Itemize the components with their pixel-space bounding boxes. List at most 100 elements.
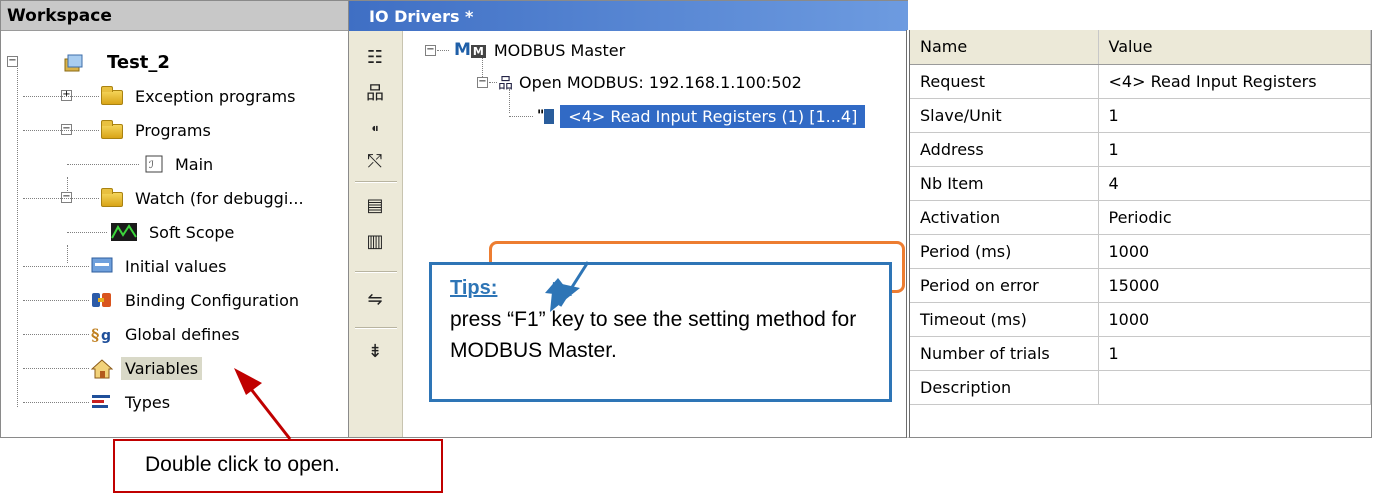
double-click-callout: Double click to open.: [113, 439, 443, 493]
property-name: Activation: [910, 200, 1099, 235]
folder-icon: [101, 119, 123, 139]
tree-connector: [23, 334, 89, 335]
tips-callout: Tips: press “F1” key to see the setting …: [429, 262, 892, 402]
insert-icon[interactable]: ⤲: [364, 151, 386, 173]
workspace-title: Workspace: [1, 1, 348, 31]
tree-item-label: Programs: [135, 120, 211, 140]
property-value[interactable]: 1: [1098, 336, 1371, 371]
io-toolbar: ☷ 品 ⁌ ⤲ ▤ ▥ ⇋ ⇟: [349, 31, 403, 437]
move-up-icon[interactable]: ▤: [364, 195, 386, 217]
properties-table: Name Value Request <4> Read Input Registe…: [910, 30, 1371, 405]
request-icon: ": [537, 108, 555, 124]
toolbar-separator: [355, 327, 397, 329]
property-row[interactable]: Period (ms) 1000: [910, 234, 1371, 269]
property-value[interactable]: 15000: [1098, 268, 1371, 303]
defines-icon: § g: [91, 325, 113, 344]
project-name: Test_2: [107, 51, 170, 73]
property-row[interactable]: Period on error 15000: [910, 268, 1371, 303]
workspace-panel: Workspace − Test_2 + Exception programs …: [0, 0, 349, 438]
property-value[interactable]: Periodic: [1098, 200, 1371, 235]
collapse-icon[interactable]: −: [7, 56, 18, 67]
property-value[interactable]: 1: [1098, 98, 1371, 133]
tree-connector: [23, 402, 89, 403]
tree-connector: [23, 368, 89, 369]
tree-item-global-defines[interactable]: § g Global defines: [1, 317, 244, 351]
tree-item-label: Variables: [121, 356, 203, 380]
tree-item-soft-scope[interactable]: Soft Scope: [1, 215, 238, 249]
folder-icon: [101, 85, 123, 105]
property-row[interactable]: Number of trials 1: [910, 336, 1371, 371]
tree-item-label: Types: [125, 392, 171, 412]
collapse-icon[interactable]: −: [477, 76, 488, 88]
property-row[interactable]: Timeout (ms) 1000: [910, 302, 1371, 337]
property-name: Request: [910, 64, 1099, 99]
tree-connector: [67, 232, 107, 233]
property-name: Slave/Unit: [910, 98, 1099, 133]
network-icon[interactable]: 品: [364, 83, 386, 105]
swap-icon[interactable]: ⇋: [364, 289, 386, 311]
tree-item-label: Exception programs: [135, 86, 296, 106]
io-node-read-input-registers[interactable]: " <4> Read Input Registers (1) [1...4]: [403, 101, 866, 131]
toolbar-separator: [355, 271, 397, 273]
sort-icon[interactable]: ⇟: [364, 341, 386, 363]
folder-icon: [101, 187, 123, 207]
tree-item-programs[interactable]: − Programs: [1, 113, 215, 147]
svg-text:g: g: [101, 328, 111, 343]
collapse-icon[interactable]: −: [425, 44, 436, 56]
tree-item-types[interactable]: Types: [1, 385, 174, 419]
tree-connector: [437, 50, 449, 51]
svg-text:ℐ: ℐ: [149, 160, 154, 171]
property-name: Description: [910, 370, 1099, 405]
column-header-value[interactable]: Value: [1098, 30, 1371, 65]
tree-item-exception-programs[interactable]: + Exception programs: [1, 79, 299, 113]
network-icon: 品: [498, 73, 514, 92]
tree-item-variables[interactable]: Variables: [1, 351, 203, 385]
io-node-label: Open MODBUS: 192.168.1.100:502: [519, 72, 802, 92]
property-name: Address: [910, 132, 1099, 167]
io-node-open-modbus[interactable]: − 品 Open MODBUS: 192.168.1.100:502: [403, 67, 802, 97]
tree-item-label: Soft Scope: [149, 222, 235, 242]
tree-connector: [23, 130, 99, 131]
tips-body: press “F1” key to see the setting method…: [450, 308, 857, 362]
tree-item-initial-values[interactable]: Initial values: [1, 249, 230, 283]
project-icon: [63, 53, 85, 72]
tree-connector: [489, 82, 497, 83]
tree-connector: [23, 198, 99, 199]
property-row[interactable]: Address 1: [910, 132, 1371, 167]
tree-view-icon[interactable]: ☷: [364, 47, 386, 69]
tree-connector: [23, 266, 89, 267]
tree-connector: [67, 164, 139, 165]
tree-item-binding-configuration[interactable]: Binding Configuration: [1, 283, 303, 317]
property-value[interactable]: 1000: [1098, 234, 1371, 269]
binding-icon: [91, 291, 113, 309]
property-value[interactable]: 4: [1098, 166, 1371, 201]
tree-item-label: Global defines: [125, 324, 240, 344]
io-node-label: MODBUS Master: [493, 40, 626, 60]
property-row[interactable]: Activation Periodic: [910, 200, 1371, 235]
property-row[interactable]: Nb Item 4: [910, 166, 1371, 201]
svg-text:§: §: [91, 325, 99, 343]
io-node-modbus-master[interactable]: − MM MODBUS Master: [403, 35, 625, 65]
property-row[interactable]: Request <4> Read Input Registers: [910, 64, 1371, 99]
scope-icon: [111, 223, 137, 241]
column-header-name[interactable]: Name: [910, 30, 1099, 65]
property-name: Period on error: [910, 268, 1099, 303]
house-icon: [90, 359, 114, 379]
move-down-icon[interactable]: ▥: [364, 231, 386, 253]
property-value[interactable]: 1000: [1098, 302, 1371, 337]
property-row[interactable]: Slave/Unit 1: [910, 98, 1371, 133]
tree-connector: [23, 96, 99, 97]
property-value[interactable]: <4> Read Input Registers: [1098, 64, 1371, 99]
tree-connector: [509, 116, 533, 117]
property-value[interactable]: [1098, 370, 1371, 405]
property-value[interactable]: 1: [1098, 132, 1371, 167]
add-request-icon[interactable]: ⁌: [364, 119, 386, 141]
property-row[interactable]: Description: [910, 370, 1371, 405]
tree-item-label: Initial values: [125, 256, 227, 276]
modbus-master-icon: MM: [454, 40, 486, 60]
properties-grid: Name Value Request <4> Read Input Registe…: [906, 30, 1372, 438]
tree-item-main[interactable]: ℐ Main: [1, 147, 217, 181]
tree-item-watch[interactable]: − Watch (for debuggi...: [1, 181, 308, 215]
tree-root-project[interactable]: − Test_2: [5, 45, 174, 79]
program-icon: ℐ: [145, 155, 163, 173]
